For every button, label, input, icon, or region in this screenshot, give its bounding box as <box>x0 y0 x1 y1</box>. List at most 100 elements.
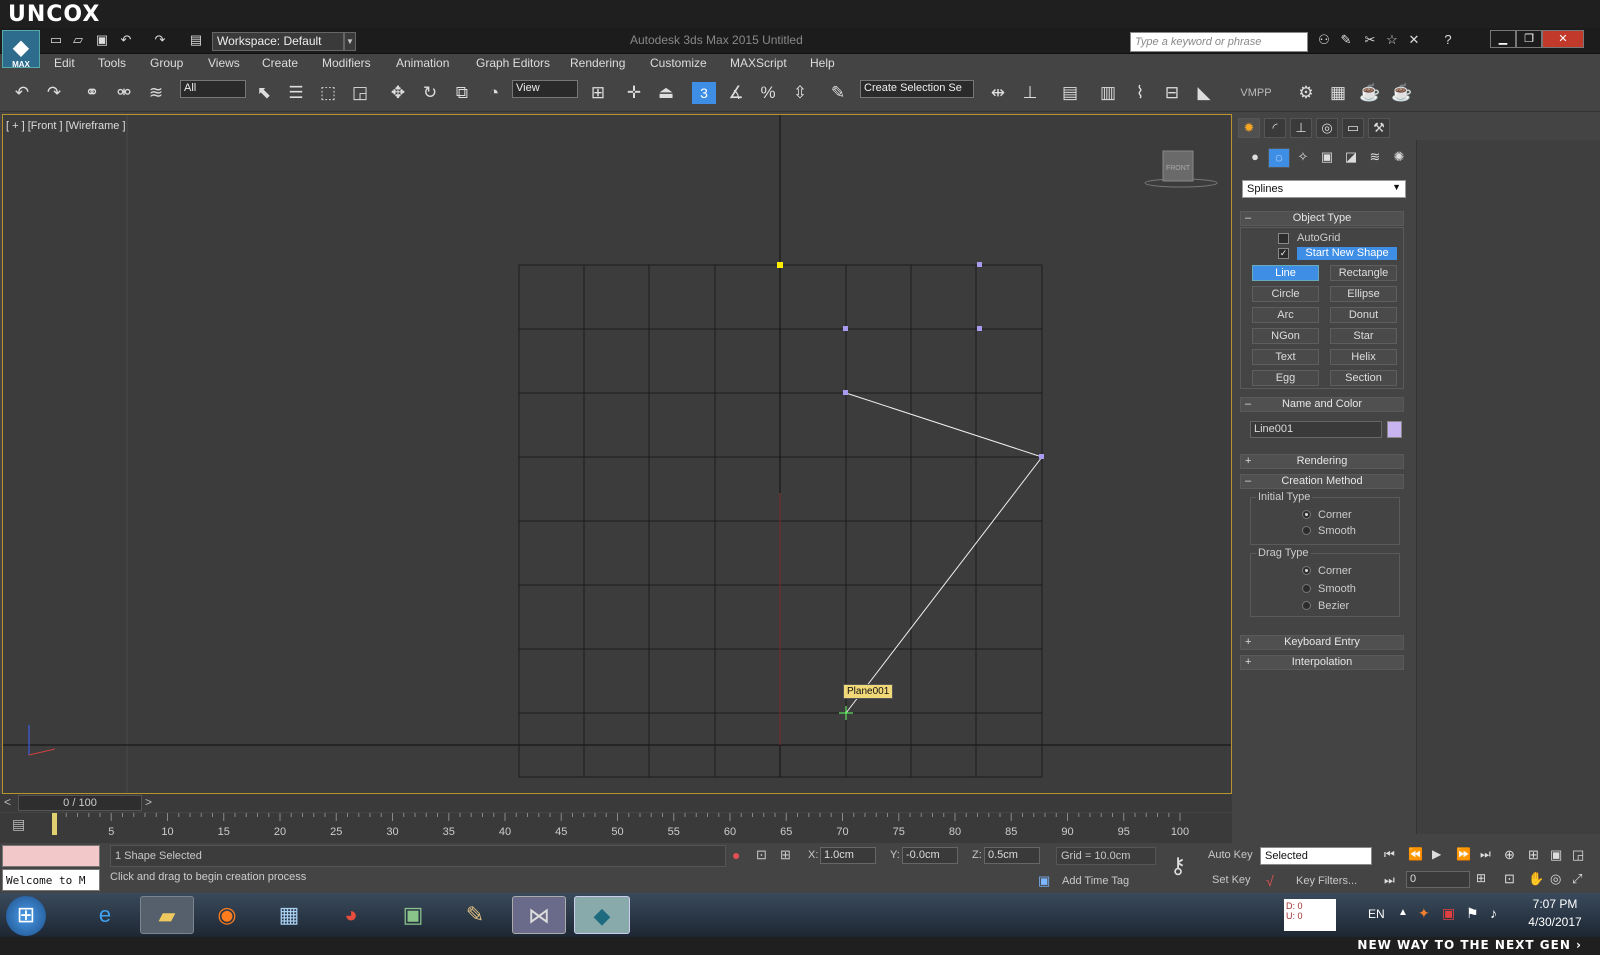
lights-icon[interactable]: ✧ <box>1292 148 1314 168</box>
zoom-extents-all-icon[interactable]: ◲ <box>1572 847 1584 863</box>
workspace-dropdown[interactable]: Workspace: Default <box>212 32 344 51</box>
clock-time[interactable]: 7:07 PM <box>1528 897 1582 911</box>
star-button[interactable]: Star <box>1330 328 1397 344</box>
creation-method-rollout-header[interactable]: – Creation Method <box>1240 474 1404 489</box>
internet-explorer-icon[interactable]: e <box>86 896 124 934</box>
keyboard-entry-rollout-header[interactable]: + Keyboard Entry <box>1240 635 1404 650</box>
material-editor-icon[interactable]: ◣ <box>1192 82 1216 104</box>
rectangular-selection-icon[interactable]: ⬚ <box>316 82 340 104</box>
drag-corner-radio[interactable] <box>1302 566 1311 575</box>
redo-icon[interactable]: ↷ <box>152 32 168 48</box>
visual-studio-icon[interactable]: ⋈ <box>512 896 566 934</box>
helix-button[interactable]: Helix <box>1330 349 1397 365</box>
render-iterative-icon[interactable]: ☕ <box>1390 82 1414 104</box>
prev-frame-icon[interactable]: < <box>4 795 11 809</box>
control-panel-icon[interactable]: ▦ <box>270 896 308 934</box>
menu-modifiers[interactable]: Modifiers <box>322 56 371 70</box>
object-name-field[interactable]: Line001 <box>1250 421 1382 438</box>
isolate-pin-icon[interactable]: ● <box>732 847 740 863</box>
z-coordinate-field[interactable]: 0.5cm <box>984 847 1040 864</box>
object-color-swatch[interactable] <box>1387 421 1402 438</box>
schematic-view-icon[interactable]: ⊟ <box>1160 82 1184 104</box>
cameras-icon[interactable]: ▣ <box>1316 148 1338 168</box>
pan-view-icon[interactable]: ✋ <box>1528 871 1544 887</box>
line-spline[interactable] <box>845 392 1043 714</box>
menu-views[interactable]: Views <box>208 56 240 70</box>
default-tangent-icon[interactable]: √ <box>1266 873 1274 889</box>
menu-rendering[interactable]: Rendering <box>570 56 625 70</box>
key-filters-button[interactable]: Key Filters... <box>1296 875 1357 887</box>
snaps-toggle-icon[interactable]: 3 <box>692 82 716 104</box>
language-indicator[interactable]: EN <box>1368 907 1385 921</box>
tools-icon[interactable]: ✎ <box>1338 32 1354 48</box>
unlink-icon[interactable]: ⚮ <box>112 82 136 104</box>
systems-icon[interactable]: ✺ <box>1388 148 1410 168</box>
add-time-tag[interactable]: Add Time Tag <box>1062 875 1129 887</box>
new-file-icon[interactable]: ▭ <box>48 32 64 48</box>
search-input[interactable]: Type a keyword or phrase <box>1130 32 1308 52</box>
close-button[interactable]: ✕ <box>1542 30 1584 48</box>
menu-create[interactable]: Create <box>262 56 298 70</box>
absolute-mode-icon[interactable]: ⊞ <box>780 847 791 863</box>
menu-help[interactable]: Help <box>810 56 835 70</box>
auto-key-button[interactable]: Auto Key <box>1208 849 1253 861</box>
select-object-icon[interactable]: ⬉ <box>252 82 276 104</box>
start-new-shape-button[interactable]: Start New Shape <box>1297 247 1397 260</box>
display-tab-icon[interactable]: ▭ <box>1342 118 1364 138</box>
time-tag-icon[interactable]: ▣ <box>1038 873 1050 889</box>
maxscript-listener-pink[interactable] <box>2 845 100 867</box>
start-button[interactable]: ⊞ <box>6 896 46 936</box>
layer-explorer-icon[interactable]: ▥ <box>1096 82 1120 104</box>
rectangle-button[interactable]: Rectangle <box>1330 265 1397 281</box>
drag-bezier-radio[interactable] <box>1302 601 1311 610</box>
previous-key-icon[interactable]: ⏪ <box>1408 847 1423 861</box>
monitor-app-icon[interactable]: ▣ <box>394 896 432 934</box>
save-icon[interactable]: ▣ <box>94 32 110 48</box>
time-configuration-icon[interactable]: ⊞ <box>1476 871 1486 885</box>
undo-icon[interactable]: ↶ <box>10 82 34 104</box>
interpolation-rollout-header[interactable]: + Interpolation <box>1240 655 1404 670</box>
file-explorer-icon[interactable]: ▰ <box>140 896 194 934</box>
scale-icon[interactable]: ⧉ <box>450 82 474 104</box>
initial-smooth-radio[interactable] <box>1302 526 1311 535</box>
arc-button[interactable]: Arc <box>1252 307 1319 323</box>
3dsmax-task-button[interactable]: ◆ <box>574 896 630 934</box>
subscription-icon[interactable]: ✂ <box>1362 32 1378 48</box>
menu-graph-editors[interactable]: Graph Editors <box>476 56 550 70</box>
utilities-tab-icon[interactable]: ⚒ <box>1368 118 1390 138</box>
name-color-rollout-header[interactable]: – Name and Color <box>1240 397 1404 412</box>
favorites-star-icon[interactable]: ☆ <box>1384 32 1400 48</box>
shapes-icon[interactable]: ◌ <box>1268 148 1290 168</box>
modify-tab-icon[interactable]: ◜ <box>1264 118 1286 138</box>
firefox-icon[interactable]: ◉ <box>208 896 246 934</box>
network-icon[interactable]: ▣ <box>1442 905 1455 922</box>
orbit-icon[interactable]: ◎ <box>1550 871 1561 887</box>
autogrid-checkbox[interactable] <box>1278 233 1289 244</box>
chrome-icon[interactable]: ◕ <box>332 896 370 934</box>
maximize-viewport-icon[interactable]: ⤢ <box>1572 871 1582 887</box>
object-type-rollout-header[interactable]: – Object Type <box>1240 211 1404 226</box>
clock-date[interactable]: 4/30/2017 <box>1522 915 1588 929</box>
helpers-icon[interactable]: ◪ <box>1340 148 1362 168</box>
angle-snap-icon[interactable]: ∡ <box>724 82 748 104</box>
egg-button[interactable]: Egg <box>1252 370 1319 386</box>
select-manipulate-icon[interactable]: ✛ <box>622 82 646 104</box>
window-crossing-icon[interactable]: ◲ <box>348 82 372 104</box>
donut-button[interactable]: Donut <box>1330 307 1397 323</box>
ngon-button[interactable]: NGon <box>1252 328 1319 344</box>
rendering-rollout-header[interactable]: + Rendering <box>1240 454 1404 469</box>
align-icon[interactable]: ⊥ <box>1018 82 1042 104</box>
project-folder-icon[interactable]: ▤ <box>188 32 204 48</box>
redo-icon[interactable]: ↷ <box>42 82 66 104</box>
section-button[interactable]: Section <box>1330 370 1397 386</box>
zoom-all-icon[interactable]: ⊞ <box>1528 847 1539 863</box>
link-icon[interactable]: ⚭ <box>80 82 104 104</box>
text-button[interactable]: Text <box>1252 349 1319 365</box>
tray-app-icon[interactable]: ✦ <box>1418 905 1430 922</box>
lock-icon[interactable]: ⊡ <box>756 847 767 863</box>
paint-icon[interactable]: ✎ <box>456 896 494 934</box>
vmpp-label[interactable]: VMPP <box>1234 82 1278 104</box>
viewport-canvas[interactable]: FRONT <box>3 115 1231 793</box>
circle-button[interactable]: Circle <box>1252 286 1319 302</box>
undo-icon[interactable]: ↶ <box>118 32 134 48</box>
